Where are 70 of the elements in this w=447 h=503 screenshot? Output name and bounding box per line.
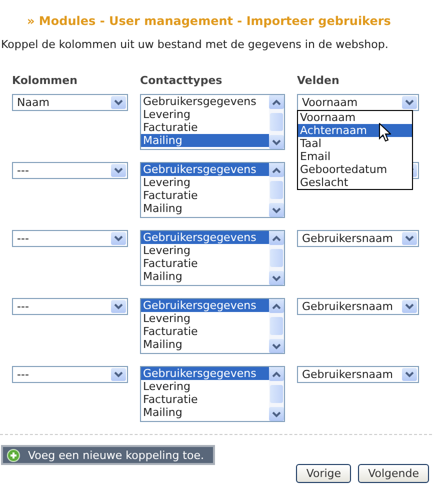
list-option[interactable]: Gebruikersgegevens bbox=[141, 163, 269, 176]
list-option[interactable]: Gebruikersgegevens bbox=[141, 95, 269, 108]
menu-option[interactable]: Taal bbox=[298, 137, 412, 150]
scrollbar[interactable] bbox=[269, 367, 284, 421]
list-option[interactable]: Levering bbox=[141, 176, 269, 189]
scroll-thumb[interactable] bbox=[270, 249, 283, 267]
list-option[interactable]: Mailing bbox=[141, 134, 269, 147]
dropdown[interactable]: Voornaam bbox=[297, 94, 419, 111]
scroll-up-icon[interactable] bbox=[272, 98, 281, 106]
scroll-up-icon[interactable] bbox=[272, 302, 281, 310]
list-option[interactable]: Facturatie bbox=[141, 121, 269, 134]
list-option[interactable]: Mailing bbox=[141, 338, 269, 351]
list-option[interactable]: Mailing bbox=[141, 406, 269, 419]
dropdown[interactable]: Gebruikersnaam bbox=[297, 298, 419, 315]
list-option[interactable]: Levering bbox=[141, 244, 269, 257]
scroll-down-icon[interactable] bbox=[272, 206, 281, 214]
plus-icon bbox=[7, 448, 20, 462]
listbox[interactable]: Gebruikersgegevens Levering Facturatie Mailing bbox=[140, 366, 285, 422]
list-option[interactable]: Facturatie bbox=[141, 189, 269, 202]
scroll-down-icon[interactable] bbox=[272, 274, 281, 282]
list-option[interactable]: Facturatie bbox=[141, 325, 269, 338]
list-option[interactable]: Mailing bbox=[141, 202, 269, 215]
list-option[interactable]: Mailing bbox=[141, 270, 269, 283]
listbox[interactable]: Gebruikersgegevens Levering Facturatie Mailing bbox=[140, 162, 285, 218]
intro-text: Koppel de kolommen uit uw bestand met de gegevens in de webshop. bbox=[1, 38, 390, 52]
scrollbar[interactable] bbox=[269, 163, 284, 217]
scroll-up-icon[interactable] bbox=[272, 166, 281, 174]
menu-option[interactable]: Geboortedatum bbox=[298, 163, 412, 176]
list-option[interactable]: Gebruikersgegevens bbox=[141, 231, 269, 244]
list-option[interactable]: Gebruikersgegevens bbox=[141, 299, 269, 312]
scrollbar[interactable] bbox=[269, 299, 284, 353]
menu-option[interactable]: Geslacht bbox=[298, 176, 412, 189]
add-link-button[interactable]: Voeg een nieuwe koppeling toe. bbox=[1, 445, 215, 465]
scrollbar[interactable] bbox=[269, 95, 284, 149]
nav-button[interactable]: Volgende bbox=[358, 464, 429, 483]
listbox[interactable]: Gebruikersgegevens Levering Facturatie Mailing bbox=[140, 230, 285, 286]
column-header: Kolommen bbox=[12, 74, 78, 89]
scroll-down-icon[interactable] bbox=[272, 410, 281, 418]
dropdown[interactable]: Naam bbox=[12, 94, 128, 111]
menu-option[interactable]: Voornaam bbox=[298, 111, 412, 124]
dropdown[interactable]: --- bbox=[12, 162, 128, 179]
list-option[interactable]: Levering bbox=[141, 312, 269, 325]
scroll-up-icon[interactable] bbox=[272, 370, 281, 378]
menu-option[interactable]: Achternaam bbox=[298, 124, 412, 137]
column-header: Contacttypes bbox=[140, 74, 222, 89]
list-option[interactable]: Levering bbox=[141, 380, 269, 393]
scroll-down-icon[interactable] bbox=[272, 138, 281, 146]
list-option[interactable]: Gebruikersgegevens bbox=[141, 367, 269, 380]
dropdown[interactable]: --- bbox=[12, 366, 128, 383]
scrollbar[interactable] bbox=[269, 231, 284, 285]
scroll-thumb[interactable] bbox=[270, 181, 283, 199]
scroll-thumb[interactable] bbox=[270, 317, 283, 335]
list-option[interactable]: Facturatie bbox=[141, 393, 269, 406]
dropdown[interactable]: --- bbox=[12, 298, 128, 315]
listbox[interactable]: Gebruikersgegevens Levering Facturatie Mailing bbox=[140, 298, 285, 354]
dropdown[interactable]: Gebruikersnaam bbox=[297, 366, 419, 383]
scroll-thumb[interactable] bbox=[270, 385, 283, 403]
menu-option[interactable]: Email bbox=[298, 150, 412, 163]
page-title: » Modules - User management - Importeer gebruikers bbox=[27, 14, 392, 30]
listbox[interactable]: Gebruikersgegevens Levering Facturatie Mailing bbox=[140, 94, 285, 150]
nav-button[interactable]: Vorige bbox=[296, 464, 352, 483]
scroll-thumb[interactable] bbox=[270, 113, 283, 131]
list-option[interactable]: Facturatie bbox=[141, 257, 269, 270]
dropdown[interactable]: --- bbox=[12, 230, 128, 247]
scroll-down-icon[interactable] bbox=[272, 342, 281, 350]
list-option[interactable]: Levering bbox=[141, 108, 269, 121]
mouse-cursor-icon bbox=[379, 123, 391, 142]
dropdown[interactable]: Gebruikersnaam bbox=[297, 230, 419, 247]
scroll-up-icon[interactable] bbox=[272, 234, 281, 242]
column-header: Velden bbox=[297, 74, 340, 89]
